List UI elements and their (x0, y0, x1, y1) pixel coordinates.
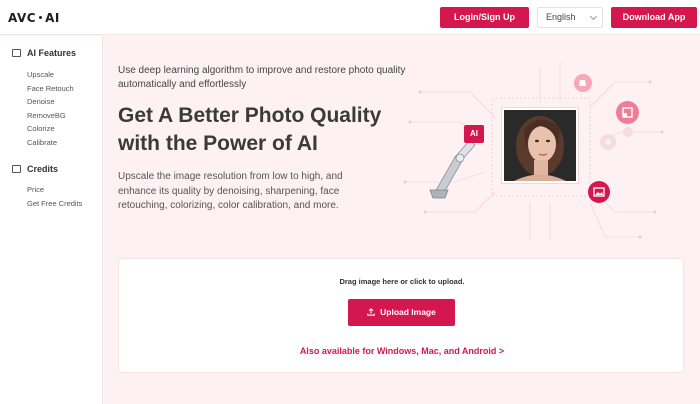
portrait-photo (502, 108, 578, 183)
paint-bucket-icon (574, 74, 592, 92)
gear-icon (600, 127, 633, 150)
sidebar-item-removebg[interactable]: RemoveBG (27, 111, 66, 120)
sidebar-section-label: Credits (27, 164, 59, 174)
sidebar-item-upscale[interactable]: Upscale (27, 70, 54, 79)
download-app-button[interactable]: Download App (611, 7, 697, 28)
language-select[interactable]: English (537, 7, 603, 28)
upload-icon (367, 308, 375, 316)
top-header: AVC AI Login/Sign Up English Download App (0, 0, 700, 35)
chevron-down-icon (589, 12, 598, 21)
upload-card[interactable]: Drag image here or click to upload. Uplo… (118, 258, 684, 373)
logo-dot (39, 16, 43, 19)
sidebar-item-price[interactable]: Price (27, 185, 44, 194)
hero-description: Upscale the image resolution from low to… (118, 171, 343, 211)
upload-image-button[interactable]: Upload Image (348, 299, 455, 326)
language-value: English (546, 12, 576, 22)
hero-subtitle: Use deep learning algorithm to improve a… (118, 65, 406, 90)
login-signup-button[interactable]: Login/Sign Up (440, 7, 529, 28)
sidebar-item-face-retouch[interactable]: Face Retouch (27, 84, 74, 93)
sidebar-item-colorize[interactable]: Colorize (27, 124, 55, 133)
sidebar-item-get-free-credits[interactable]: Get Free Credits (27, 199, 82, 208)
robot-arm (429, 139, 476, 199)
platforms-link[interactable]: Also available for Windows, Mac, and And… (119, 346, 685, 356)
drag-drop-text: Drag image here or click to upload. (339, 277, 465, 286)
portrait-image (504, 110, 576, 181)
photo-icon (588, 181, 610, 203)
ai-badge: AI (464, 125, 484, 143)
logo-text-right: AI (45, 11, 60, 25)
resize-icon (616, 101, 639, 124)
sidebar: AI Features Upscale Face Retouch Denoise… (0, 36, 103, 404)
credits-icon (12, 165, 21, 173)
logo[interactable]: AVC AI (8, 11, 60, 25)
image-icon (12, 49, 21, 57)
sidebar-section-ai-features[interactable]: AI Features (12, 48, 76, 58)
sidebar-item-calibrate[interactable]: Calibrate (27, 138, 57, 147)
upload-button-label: Upload Image (380, 307, 436, 317)
sidebar-section-credits[interactable]: Credits (12, 164, 58, 174)
sidebar-section-label: AI Features (27, 48, 77, 58)
sidebar-item-denoise[interactable]: Denoise (27, 97, 55, 106)
logo-text-left: AVC (8, 11, 37, 25)
hero-title: Get A Better Photo Quality with the Powe… (118, 104, 382, 155)
